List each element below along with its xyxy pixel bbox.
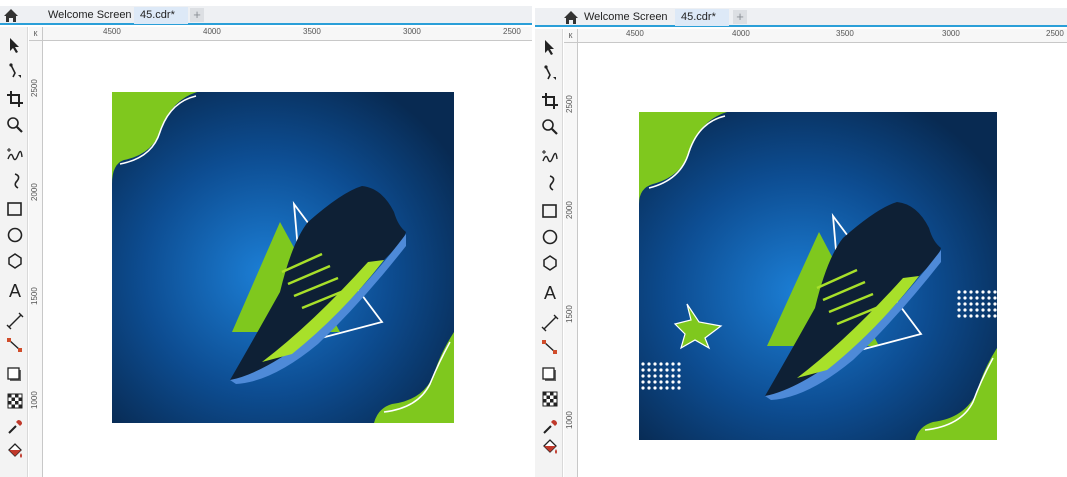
tab-welcome-screen[interactable]: Welcome Screen: [42, 7, 138, 24]
vertical-ruler[interactable]: 2500 2000 1500 1000: [29, 41, 43, 477]
document-window-before: Welcome Screen 45.cdr* + A к 4500 4000 3…: [0, 0, 532, 477]
horizontal-ruler[interactable]: 4500 4000 3500 3000 2500: [43, 27, 532, 41]
text-tool-icon[interactable]: A: [540, 283, 560, 303]
ruler-origin-corner[interactable]: к: [29, 27, 43, 41]
add-tab-button[interactable]: +: [190, 8, 204, 22]
interactive-fill-icon[interactable]: [540, 437, 560, 457]
parallel-dimension-icon[interactable]: [540, 313, 560, 333]
tab-document[interactable]: 45.cdr*: [675, 9, 729, 26]
pick-tool-icon[interactable]: [540, 37, 560, 57]
tab-welcome-screen[interactable]: Welcome Screen: [578, 9, 674, 26]
toolbox: A: [0, 27, 28, 477]
shape-tool-icon[interactable]: [5, 61, 25, 81]
artistic-media-icon[interactable]: [5, 171, 25, 191]
ruler-label: 4500: [103, 27, 121, 36]
ruler-label: 1000: [30, 391, 39, 409]
rectangle-tool-icon[interactable]: [540, 201, 560, 221]
crop-tool-icon[interactable]: [540, 91, 560, 111]
document-tab-bar: Welcome Screen 45.cdr* +: [0, 6, 532, 25]
zoom-tool-icon[interactable]: [540, 117, 560, 137]
ruler-origin-corner[interactable]: к: [564, 29, 578, 43]
ruler-label: 4000: [732, 29, 750, 38]
drawing-canvas[interactable]: [43, 41, 532, 477]
ruler-label: 2500: [565, 95, 574, 113]
ruler-label: 2000: [565, 201, 574, 219]
add-tab-button[interactable]: +: [733, 10, 747, 24]
zoom-tool-icon[interactable]: [5, 115, 25, 135]
toolbox: A: [535, 29, 563, 477]
parallel-dimension-icon[interactable]: [5, 311, 25, 331]
ruler-label: 3500: [836, 29, 854, 38]
artistic-media-icon[interactable]: [540, 173, 560, 193]
eyedropper-icon[interactable]: [5, 417, 25, 437]
tab-document[interactable]: 45.cdr*: [134, 7, 188, 24]
interactive-fill-icon[interactable]: [5, 441, 25, 461]
ruler-label: 3000: [942, 29, 960, 38]
home-icon[interactable]: [563, 10, 579, 25]
rectangle-tool-icon[interactable]: [5, 199, 25, 219]
drawing-canvas[interactable]: [578, 43, 1067, 477]
transparency-icon[interactable]: [5, 391, 25, 411]
ruler-label: 2000: [30, 183, 39, 201]
connector-tool-icon[interactable]: [540, 337, 560, 357]
ellipse-tool-icon[interactable]: [540, 227, 560, 247]
horizontal-ruler[interactable]: 4500 4000 3500 3000 2500: [578, 29, 1067, 43]
drop-shadow-icon[interactable]: [5, 365, 25, 385]
ruler-label: 3500: [303, 27, 321, 36]
ellipse-tool-icon[interactable]: [5, 225, 25, 245]
connector-tool-icon[interactable]: [5, 335, 25, 355]
ruler-label: 3000: [403, 27, 421, 36]
eyedropper-icon[interactable]: [540, 417, 560, 437]
ruler-label: 1500: [565, 305, 574, 323]
crop-tool-icon[interactable]: [5, 89, 25, 109]
ruler-label: 1000: [565, 411, 574, 429]
polygon-tool-icon[interactable]: [5, 251, 25, 271]
ruler-label: 4000: [203, 27, 221, 36]
document-tab-bar: Welcome Screen 45.cdr* +: [535, 8, 1067, 27]
pick-tool-icon[interactable]: [5, 35, 25, 55]
polygon-tool-icon[interactable]: [540, 253, 560, 273]
freehand-tool-icon[interactable]: [540, 147, 560, 167]
shape-tool-icon[interactable]: [540, 63, 560, 83]
home-icon[interactable]: [3, 8, 19, 23]
transparency-icon[interactable]: [540, 389, 560, 409]
text-tool-icon[interactable]: A: [5, 281, 25, 301]
shoe-artwork[interactable]: [112, 92, 454, 423]
document-window-after: Welcome Screen 45.cdr* + A к 4500 4000 3…: [535, 0, 1067, 477]
drop-shadow-icon[interactable]: [540, 365, 560, 385]
ruler-label: 2500: [503, 27, 521, 36]
freehand-tool-icon[interactable]: [5, 145, 25, 165]
ruler-label: 2500: [30, 79, 39, 97]
shoe-artwork[interactable]: [639, 112, 997, 440]
ruler-label: 4500: [626, 29, 644, 38]
vertical-ruler[interactable]: 2500 2000 1500 1000: [564, 43, 578, 477]
ruler-label: 2500: [1046, 29, 1064, 38]
ruler-label: 1500: [30, 287, 39, 305]
